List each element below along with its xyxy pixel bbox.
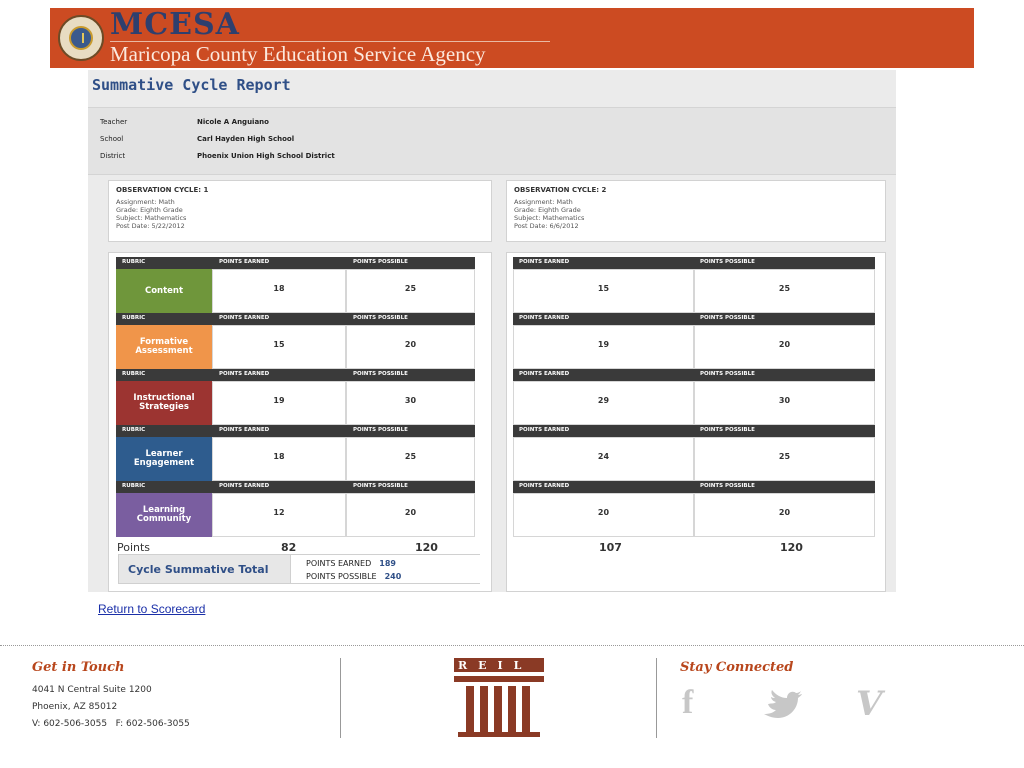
cycle-1-grid: RUBRIC POINTS EARNED POINTS POSSIBLE Con… xyxy=(108,252,492,592)
cycle-1-possible: 25 xyxy=(404,284,417,293)
cycle-2-earned: 24 xyxy=(597,452,610,461)
cycle-1-possible: 25 xyxy=(404,452,417,461)
rubric-header-row: POINTS EARNED POINTS POSSIBLE xyxy=(513,481,875,493)
summative-possible: POINTS POSSIBLE 240 xyxy=(306,572,402,581)
summative-report-panel: Summative Cycle Report Teacher Nicole A A… xyxy=(88,70,896,592)
cycle-1-possible: 20 xyxy=(404,340,417,349)
cycle-2-possible: 25 xyxy=(778,452,791,461)
summative-earned: POINTS EARNED 189 xyxy=(306,559,396,568)
info-row-district: District Phoenix Union High School Distri… xyxy=(100,152,335,160)
rubric-tile-2: Instructional Strategies xyxy=(116,381,212,425)
cycle-2-total-possible: 120 xyxy=(780,541,803,554)
twitter-icon[interactable] xyxy=(762,690,806,720)
cycle-2-earned: 20 xyxy=(597,508,610,517)
cycle-1-earned: 18 xyxy=(273,452,285,461)
cycle-2-possible: 20 xyxy=(778,340,791,349)
rubric-header-row: RUBRIC POINTS EARNED POINTS POSSIBLE xyxy=(116,257,475,269)
address-line-2: Phoenix, AZ 85012 xyxy=(32,702,118,712)
address-line-1: 4041 N Central Suite 1200 xyxy=(32,685,152,695)
stay-connected-heading: Stay Connected xyxy=(680,660,794,675)
cycle-1-earned: 15 xyxy=(273,340,285,349)
header-banner: MCESA Maricopa County Education Service … xyxy=(50,8,974,68)
rubric-tile-3: Learner Engagement xyxy=(116,437,212,481)
cycle-2-earned: 19 xyxy=(597,340,610,349)
cycle-1-possible: 30 xyxy=(404,396,417,405)
cycle-2-header: OBSERVATION CYCLE: 2 Assignment: Math Gr… xyxy=(506,180,886,242)
brand-acronym: MCESA xyxy=(110,8,240,42)
county-seal-icon xyxy=(58,15,104,61)
vimeo-icon[interactable]: V xyxy=(856,684,882,724)
rubric-tile-4: Learning Community xyxy=(116,493,212,537)
points-label: Points xyxy=(117,541,151,554)
info-row-teacher: Teacher Nicole A Anguiano xyxy=(100,118,269,126)
cycle-1-header: OBSERVATION CYCLE: 1 Assignment: Math Gr… xyxy=(108,180,492,242)
footer-divider xyxy=(0,645,1024,646)
rubric-tile-0: Content xyxy=(116,269,212,313)
cycle-1-total-possible: 120 xyxy=(415,541,438,554)
cycle-2-possible: 20 xyxy=(778,508,791,517)
cycle-1-earned: 19 xyxy=(273,396,285,405)
cycle-2-possible: 25 xyxy=(778,284,791,293)
rubric-header-row: RUBRIC POINTS EARNED POINTS POSSIBLE xyxy=(116,425,475,437)
teacher-info: Teacher Nicole A Anguiano School Carl Hayd… xyxy=(88,107,896,175)
brand-full-name: Maricopa County Education Service Agency xyxy=(110,42,486,66)
cycle-summative-total: Cycle Summative Total POINTS EARNED 189 P… xyxy=(118,554,480,584)
cycle-1-earned: 12 xyxy=(273,508,285,517)
info-row-school: School Carl Hayden High School xyxy=(100,135,295,143)
rubric-header-row: POINTS EARNED POINTS POSSIBLE xyxy=(513,425,875,437)
page-title: Summative Cycle Report xyxy=(92,76,291,94)
cycle-2-possible: 30 xyxy=(778,396,791,405)
rubric-header-row: POINTS EARNED POINTS POSSIBLE xyxy=(513,257,875,269)
rubric-header-row: RUBRIC POINTS EARNED POINTS POSSIBLE xyxy=(116,481,475,493)
cycle-2-grid: POINTS EARNED POINTS POSSIBLE 15 25 POIN… xyxy=(506,252,886,592)
cycle-2-earned: 29 xyxy=(597,396,610,405)
rubric-tile-1: Formative Assessment xyxy=(116,325,212,369)
reil-logo-icon: REIL xyxy=(454,658,544,738)
rubric-header-row: RUBRIC POINTS EARNED POINTS POSSIBLE xyxy=(116,369,475,381)
cycle-1-earned: 18 xyxy=(273,284,285,293)
cycle-1-total-earned: 82 xyxy=(281,541,297,554)
get-in-touch-heading: Get in Touch xyxy=(32,660,125,675)
cycle-1-possible: 20 xyxy=(404,508,417,517)
facebook-icon[interactable]: f xyxy=(682,684,693,722)
rubric-header-row: RUBRIC POINTS EARNED POINTS POSSIBLE xyxy=(116,313,475,325)
summative-title: Cycle Summative Total xyxy=(128,563,269,576)
cycle-2-earned: 15 xyxy=(597,284,610,293)
return-to-scorecard-link[interactable]: Return to Scorecard xyxy=(98,602,205,616)
rubric-header-row: POINTS EARNED POINTS POSSIBLE xyxy=(513,369,875,381)
cycle-2-total-earned: 107 xyxy=(599,541,622,554)
rubric-header-row: POINTS EARNED POINTS POSSIBLE xyxy=(513,313,875,325)
phone-line: V: 602-506-3055 F: 602-506-3055 xyxy=(32,719,190,729)
